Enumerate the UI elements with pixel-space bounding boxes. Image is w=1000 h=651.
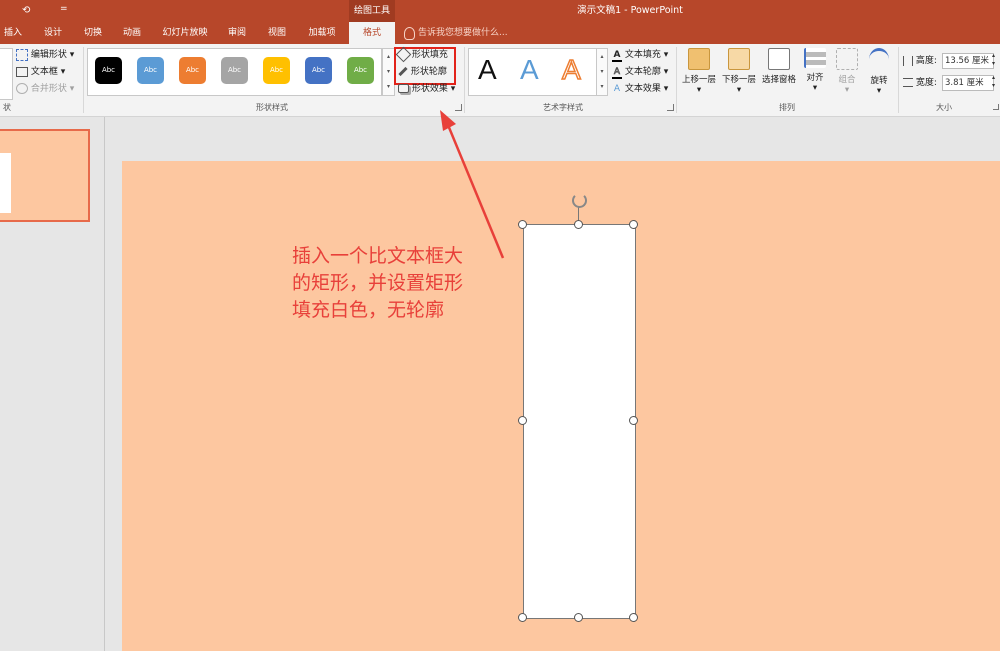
resize-handle[interactable] <box>629 416 638 425</box>
resize-handle[interactable] <box>629 220 638 229</box>
annotation-arrow <box>440 110 505 259</box>
resize-handle[interactable] <box>629 613 638 622</box>
resize-handle[interactable] <box>574 613 583 622</box>
rotate-handle-icon[interactable] <box>572 193 587 208</box>
selected-rectangle[interactable] <box>523 224 636 619</box>
resize-handle[interactable] <box>518 416 527 425</box>
resize-handle[interactable] <box>518 220 527 229</box>
resize-handle[interactable] <box>518 613 527 622</box>
resize-handle[interactable] <box>574 220 583 229</box>
